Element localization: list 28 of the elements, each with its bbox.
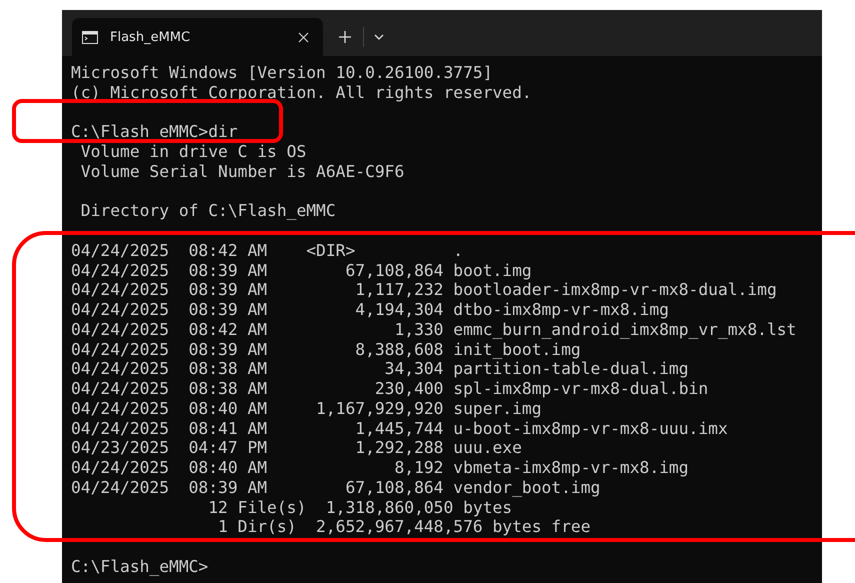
- console-line: 04/24/2025 08:40 AM 8,192 vbmeta-imx8mp-vr-mx8.img: [71, 458, 690, 478]
- console-line: C:\Flash_eMMC>: [71, 556, 210, 576]
- console-line: Microsoft Windows [Version 10.0.26100.3775]: [71, 63, 494, 83]
- console-line: 04/24/2025 08:39 AM 67,108,864 vendor_boot.img: [71, 478, 602, 498]
- console-line: (c) Microsoft Corporation. All rights reserved.: [71, 82, 533, 102]
- console-line: 04/24/2025 08:38 AM 230,400 spl-imx8mp-vr-mx8-dual.bin: [71, 379, 710, 399]
- console-line: 12 File(s) 1,318,860,050 bytes: [207, 498, 514, 518]
- terminal-icon: [82, 30, 98, 44]
- console-line: 1 Dir(s) 2,652,967,448,576 bytes free: [217, 517, 592, 537]
- new-tab-icon[interactable]: [339, 31, 351, 43]
- console-line: 04/24/2025 08:42 AM <DIR> .: [71, 240, 464, 260]
- terminal-tab[interactable]: Flash_eMMC: [72, 18, 323, 56]
- console-line: Directory of C:\Flash_eMMC: [80, 201, 337, 221]
- console-line: 04/24/2025 08:38 AM 34,304 partition-table-dual.img: [71, 359, 690, 379]
- console-line: 04/24/2025 08:40 AM 1,167,929,920 super.img: [71, 398, 543, 418]
- console-line: 04/23/2025 04:47 PM 1,292,288 uuu.exe: [71, 438, 523, 458]
- close-icon[interactable]: [298, 32, 309, 42]
- console-line: 04/24/2025 08:41 AM 1,445,744 u-boot-imx8mp-vr-mx8-uuu.imx: [71, 418, 729, 438]
- tab-title: Flash_eMMC: [110, 30, 192, 44]
- console-line: 04/24/2025 08:39 AM 1,117,232 bootloader-imx8mp-vr-mx8-dual.img: [71, 280, 778, 300]
- console-line: 04/24/2025 08:39 AM 4,194,304 dtbo-imx8mp-vr-mx8.img: [71, 300, 670, 320]
- console-line: 04/24/2025 08:39 AM 67,108,864 boot.img: [71, 260, 533, 280]
- console-line: Volume in drive C is OS: [80, 142, 308, 162]
- chevron-down-icon[interactable]: [374, 34, 384, 40]
- console-line: Volume Serial Number is A6AE-C9F6: [80, 162, 406, 182]
- console-line: 04/24/2025 08:39 AM 8,388,608 init_boot.img: [71, 340, 582, 360]
- console-line: C:\Flash_eMMC>dir: [71, 122, 239, 142]
- console-line: 04/24/2025 08:42 AM 1,330 emmc_burn_android_imx8mp_vr_mx8.lst: [71, 320, 798, 340]
